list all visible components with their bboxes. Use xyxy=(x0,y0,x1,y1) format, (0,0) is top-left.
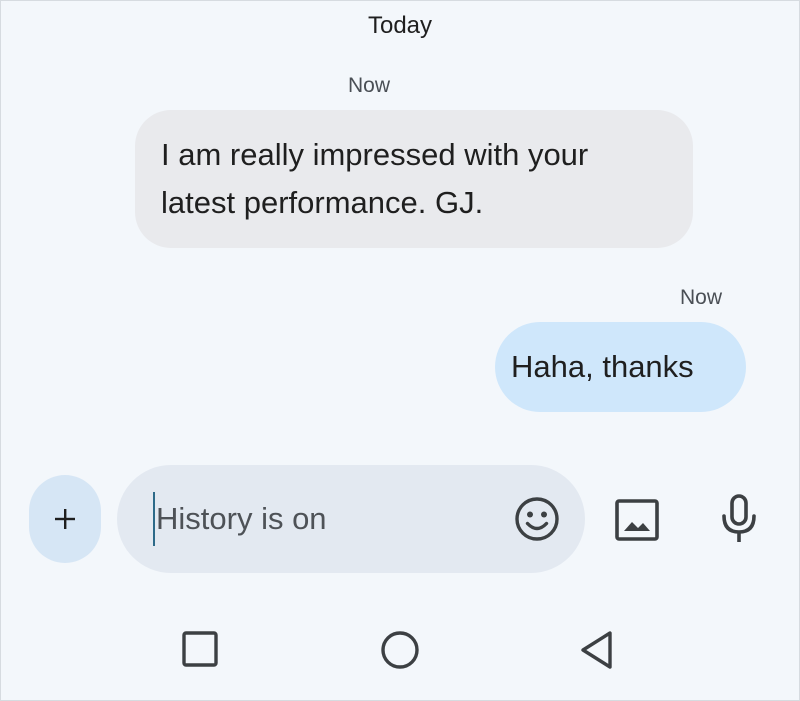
emoji-icon[interactable] xyxy=(513,495,561,543)
system-navigation-bar xyxy=(0,620,800,680)
text-cursor xyxy=(153,492,155,546)
circle-icon[interactable] xyxy=(379,629,421,671)
compose-bar: History is on xyxy=(0,465,800,573)
triangle-back-icon[interactable] xyxy=(578,628,618,672)
incoming-timestamp: Now xyxy=(348,74,391,97)
microphone-icon[interactable] xyxy=(717,494,761,544)
image-icon[interactable] xyxy=(614,498,660,542)
incoming-message-bubble[interactable]: I am really impressed with your latest p… xyxy=(135,110,693,248)
plus-icon xyxy=(55,509,75,529)
date-header: Today xyxy=(367,12,433,39)
square-icon[interactable] xyxy=(181,630,221,670)
message-input-field[interactable]: History is on xyxy=(117,465,585,573)
message-text-line: I am really impressed with your xyxy=(161,137,589,172)
message-text: Haha, thanks xyxy=(511,349,694,384)
outgoing-message-bubble[interactable]: Haha, thanks xyxy=(495,322,746,412)
message-input-placeholder: History is on xyxy=(156,501,327,536)
message-text-line: latest performance. GJ. xyxy=(161,185,484,220)
add-attachment-button[interactable] xyxy=(29,475,101,563)
outgoing-timestamp: Now xyxy=(679,286,722,309)
